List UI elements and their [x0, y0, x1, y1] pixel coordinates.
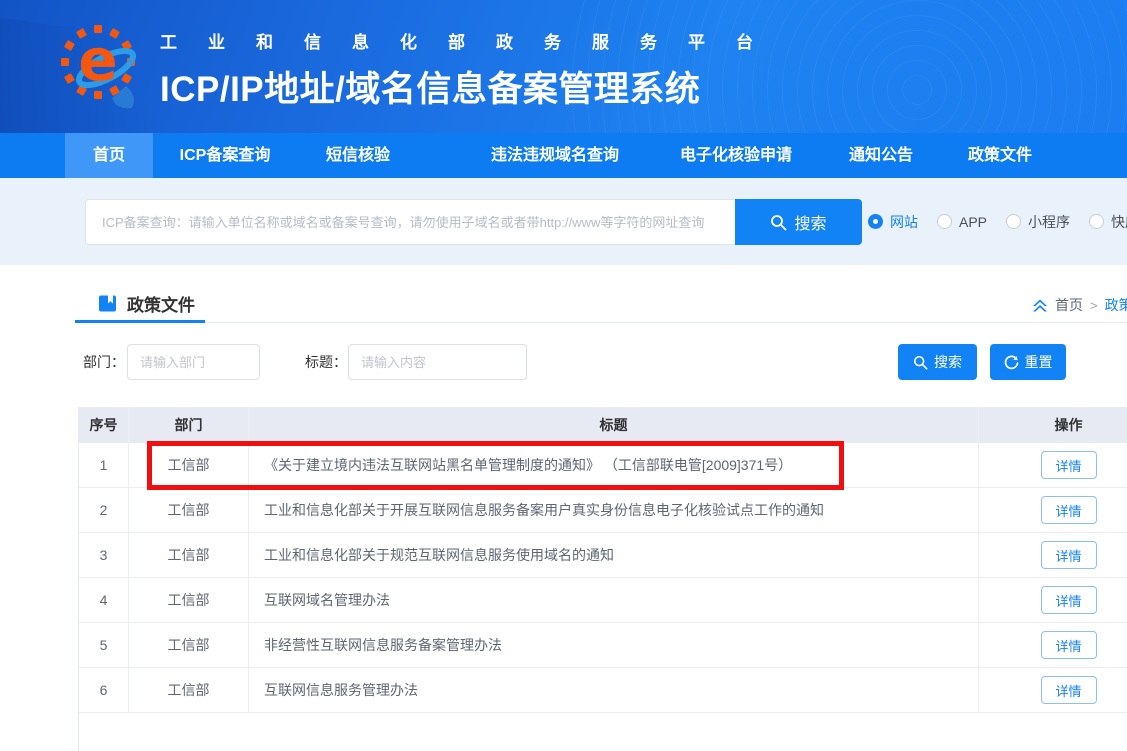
refresh-icon: [1004, 355, 1019, 370]
nav-item-notices[interactable]: 通知公告: [849, 133, 913, 178]
row-dept: 工信部: [129, 533, 249, 577]
breadcrumb: 首页 > 政策文件: [1032, 295, 1127, 315]
filter-bar: 部门： 标题： 搜索 重置: [0, 344, 1127, 380]
icp-search-section: 搜索 网站 APP 小程序 快应用: [0, 178, 1127, 265]
ministry-line: 工业和信息化部政务服务平台: [160, 28, 784, 53]
filter-reset-button[interactable]: 重置: [990, 344, 1066, 380]
detail-button[interactable]: 详情: [1041, 496, 1097, 524]
radio-app[interactable]: APP: [937, 214, 987, 230]
filter-search-button[interactable]: 搜索: [898, 344, 977, 380]
row-no: 6: [79, 668, 129, 712]
policy-files-table: 序号 部门 标题 操作 1 工信部 《关于建立境内违法互联网站黑名单管理制度的通…: [78, 407, 1127, 713]
radio-website[interactable]: 网站: [868, 212, 918, 232]
breadcrumb-current: 政策文件: [1105, 295, 1127, 315]
title-filter-input[interactable]: [348, 344, 527, 380]
table-empty-row: [78, 713, 1127, 751]
col-header-dept: 部门: [129, 407, 249, 443]
row-dept: 工信部: [129, 623, 249, 667]
detail-button[interactable]: 详情: [1041, 676, 1097, 704]
section-divider: [76, 322, 1127, 323]
row-no: 2: [79, 488, 129, 532]
table-row: 3 工信部 工业和信息化部关于规范互联网信息服务使用域名的通知 详情: [79, 533, 1127, 578]
search-button-label: 搜索: [794, 210, 826, 234]
book-icon: [98, 294, 117, 313]
content-area: 政策文件 首页 > 政策文件 部门： 标题： 搜索: [0, 265, 1127, 751]
search-icon: [770, 214, 787, 231]
page: e 工业和信息化部政务服务平台 ICP/IP地址/域名信息备案管理系统 首页 I…: [0, 0, 1127, 751]
row-no: 1: [79, 443, 129, 487]
nav-item-home[interactable]: 首页: [65, 133, 153, 178]
col-header-no: 序号: [79, 407, 129, 443]
nav-item-e-verify-apply[interactable]: 电子化核验申请: [680, 133, 792, 178]
col-header-title: 标题: [249, 407, 979, 443]
row-title: 互联网域名管理办法: [249, 578, 979, 622]
icp-search-input[interactable]: [85, 199, 735, 245]
home-icon: [1032, 298, 1048, 313]
radio-miniprogram[interactable]: 小程序: [1006, 212, 1070, 232]
row-no: 5: [79, 623, 129, 667]
nav-item-sms-verify[interactable]: 短信核验: [326, 133, 390, 178]
main-nav: 首页 ICP备案查询 短信核验 违法违规域名查询 电子化核验申请 通知公告 政策…: [0, 133, 1127, 178]
detail-button[interactable]: 详情: [1041, 541, 1097, 569]
row-title: 互联网信息服务管理办法: [249, 668, 979, 712]
dept-filter-input[interactable]: [127, 344, 260, 380]
app-header: e 工业和信息化部政务服务平台 ICP/IP地址/域名信息备案管理系统: [0, 0, 1127, 133]
section-title-label: 政策文件: [127, 291, 195, 316]
table-row: 1 工信部 《关于建立境内违法互联网站黑名单管理制度的通知》 （工信部联电管[2…: [79, 443, 1127, 488]
active-tab-underline: [75, 320, 205, 323]
table-row: 4 工信部 互联网域名管理办法 详情: [79, 578, 1127, 623]
table-row: 2 工信部 工业和信息化部关于开展互联网信息服务备案用户真实身份信息电子化核验试…: [79, 488, 1127, 533]
table-row: 6 工信部 互联网信息服务管理办法 详情: [79, 668, 1127, 713]
breadcrumb-home-link[interactable]: 首页: [1055, 295, 1083, 315]
nav-item-illegal-domain-query[interactable]: 违法违规域名查询: [491, 133, 619, 178]
table-row: 5 工信部 非经营性互联网信息服务备案管理办法 详情: [79, 623, 1127, 668]
col-header-action: 操作: [979, 407, 1127, 443]
icp-search-button[interactable]: 搜索: [735, 199, 862, 245]
radio-selected-icon: [868, 214, 883, 229]
title-filter-label: 标题：: [305, 344, 347, 380]
search-type-radio-group: 网站 APP 小程序 快应用: [868, 178, 1127, 265]
nav-item-icp-query[interactable]: ICP备案查询: [180, 133, 271, 178]
radio-unselected-icon: [1089, 214, 1104, 229]
row-no: 3: [79, 533, 129, 577]
breadcrumb-separator: >: [1090, 298, 1098, 313]
section-title-policy-files: 政策文件: [98, 291, 195, 316]
row-dept: 工信部: [129, 668, 249, 712]
radio-unselected-icon: [937, 214, 952, 229]
row-dept: 工信部: [129, 443, 249, 487]
detail-button[interactable]: 详情: [1041, 586, 1097, 614]
dept-filter-label: 部门：: [83, 344, 125, 380]
table-header-row: 序号 部门 标题 操作: [79, 407, 1127, 443]
row-title: 工业和信息化部关于开展互联网信息服务备案用户真实身份信息电子化核验试点工作的通知: [249, 488, 979, 532]
system-title: ICP/IP地址/域名信息备案管理系统: [160, 61, 784, 112]
row-title: 工业和信息化部关于规范互联网信息服务使用域名的通知: [249, 533, 979, 577]
row-dept: 工信部: [129, 578, 249, 622]
detail-button[interactable]: 详情: [1041, 631, 1097, 659]
svg-text:e: e: [78, 26, 117, 94]
miit-logo-icon: e: [60, 22, 136, 114]
search-icon: [913, 355, 928, 370]
row-dept: 工信部: [129, 488, 249, 532]
row-no: 4: [79, 578, 129, 622]
nav-item-policy-files[interactable]: 政策文件: [968, 133, 1032, 178]
detail-button[interactable]: 详情: [1041, 451, 1097, 479]
radio-quickapp[interactable]: 快应用: [1089, 212, 1127, 232]
row-title: 《关于建立境内违法互联网站黑名单管理制度的通知》 （工信部联电管[2009]37…: [249, 443, 979, 487]
radio-unselected-icon: [1006, 214, 1021, 229]
row-title: 非经营性互联网信息服务备案管理办法: [249, 623, 979, 667]
